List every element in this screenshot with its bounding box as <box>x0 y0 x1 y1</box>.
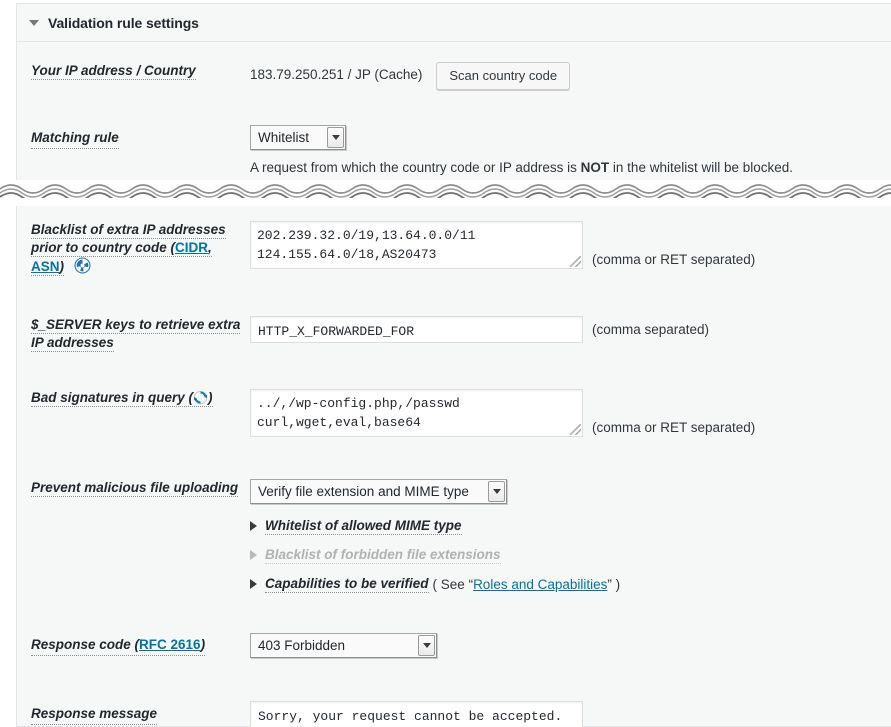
server-keys-label-cell: $_SERVER keys to retrieve extra IP addre… <box>17 316 250 352</box>
response-code-label-cell: Response code (RFC 2616) <box>17 633 250 658</box>
chevron-down-icon[interactable] <box>327 127 344 148</box>
response-code-label-post: ) <box>200 637 206 652</box>
row-malicious-upload: Prevent malicious file uploading Verify … <box>17 437 891 593</box>
triangle-right-icon[interactable] <box>250 521 257 531</box>
row-bad-signatures: Bad signatures in query () ../,/wp-confi… <box>17 352 891 437</box>
row-response-code: Response code (RFC 2616) 403 Forbidden <box>17 593 891 658</box>
matching-rule-description-post: in the whitelist will be blocked. <box>609 160 794 175</box>
bad-signatures-value: ../,/wp-config.php,/passwd curl,wget,eva… <box>257 396 460 430</box>
bad-signatures-label-pre: Bad signatures in query ( <box>31 390 194 405</box>
malicious-upload-select[interactable]: Verify file extension and MIME type <box>250 479 507 504</box>
blacklist-extra-ip-label: Blacklist of extra IP addresses prior to… <box>31 222 226 276</box>
sub-capabilities-suffix: ( See “Roles and Capabilities” ) <box>433 577 621 592</box>
server-keys-field: HTTP_X_FORWARDED_FOR (comma separated) <box>250 316 891 352</box>
malicious-upload-field: Verify file extension and MIME type Whit… <box>250 479 891 593</box>
panel-header[interactable]: Validation rule settings <box>17 4 891 42</box>
asn-link[interactable]: ASN <box>31 259 60 274</box>
blacklist-extra-ip-textarea[interactable]: 202.239.32.0/19,13.64.0.0/11 124.155.64.… <box>250 221 583 269</box>
chevron-down-icon[interactable] <box>418 635 435 656</box>
page-root: Validation rule settings Your IP address… <box>0 0 891 727</box>
sub-blacklist-extensions: Blacklist of forbidden file extensions <box>250 546 501 564</box>
blacklist-extra-ip-label-line1: Blacklist of extra IP addresses <box>31 222 226 237</box>
malicious-upload-label-cell: Prevent malicious file uploading <box>17 479 250 593</box>
server-keys-value: HTTP_X_FORWARDED_FOR <box>258 324 415 339</box>
row-blacklist-extra-ip: Blacklist of extra IP addresses prior to… <box>17 221 891 279</box>
blacklist-extra-ip-label-cell: Blacklist of extra IP addresses prior to… <box>17 221 250 279</box>
triangle-down-icon[interactable] <box>29 20 39 26</box>
blacklist-extra-ip-field: 202.239.32.0/19,13.64.0.0/11 124.155.64.… <box>250 221 891 279</box>
scan-country-code-button[interactable]: Scan country code <box>436 62 571 90</box>
server-keys-label: $_SERVER keys to retrieve extra IP addre… <box>31 317 241 352</box>
response-message-input[interactable]: Sorry, your request cannot be accepted. <box>250 701 583 727</box>
malicious-upload-label-line1: Prevent malicious file <box>31 480 170 495</box>
blacklist-extra-ip-value: 202.239.32.0/19,13.64.0.0/11 124.155.64.… <box>257 228 476 262</box>
ip-country-value: 183.79.250.251 / JP (Cache) <box>250 67 423 82</box>
ip-country-label-cell: Your IP address / Country <box>17 62 250 90</box>
blacklist-extra-ip-label-sep: , <box>208 240 212 255</box>
page-title: Validation rule settings <box>48 14 199 31</box>
bad-signatures-label-post: ) <box>208 390 213 405</box>
response-code-label: Response code (RFC 2616) <box>31 636 206 656</box>
triangle-right-icon <box>250 550 257 560</box>
matching-rule-selected-value: Whitelist <box>258 130 310 145</box>
bad-signatures-label: Bad signatures in query () <box>31 390 213 407</box>
cidr-link[interactable]: CIDR <box>175 240 208 255</box>
server-keys-input[interactable]: HTTP_X_FORWARDED_FOR <box>250 316 583 343</box>
response-message-label-cell: Response message <box>17 701 250 727</box>
response-message-label: Response message <box>31 705 158 725</box>
malicious-upload-label-line2: uploading <box>173 480 239 495</box>
server-keys-hint: (comma separated) <box>592 322 710 337</box>
sub-blacklist-extensions-label: Blacklist of forbidden file extensions <box>265 547 501 564</box>
response-code-field: 403 Forbidden <box>250 633 891 658</box>
rfc-2616-link[interactable]: RFC 2616 <box>139 637 201 652</box>
bad-signatures-field: ../,/wp-config.php,/passwd curl,wget,eva… <box>250 389 891 437</box>
server-keys-label-line1: $_SERVER keys to retrieve <box>31 317 205 332</box>
malicious-upload-selected-value: Verify file extension and MIME type <box>258 484 469 499</box>
matching-rule-label: Matching rule <box>31 125 119 149</box>
row-response-message: Response message Sorry, your request can… <box>17 658 891 727</box>
response-code-label-pre: Response code ( <box>31 637 140 652</box>
ip-country-field: 183.79.250.251 / JP (Cache) Scan country… <box>250 62 891 90</box>
response-message-value: Sorry, your request cannot be accepted. <box>258 709 563 724</box>
sub-capabilities-suffix-pre: ( See “ <box>432 576 474 592</box>
refresh-sync-icon[interactable] <box>193 390 208 410</box>
sub-capabilities-suffix-post: ” ) <box>607 576 621 592</box>
matching-rule-description-strong: NOT <box>580 160 610 175</box>
validation-rule-settings-panel: Validation rule settings Your IP address… <box>16 3 891 727</box>
bad-signatures-label-cell: Bad signatures in query () <box>17 389 250 437</box>
ip-country-label: Your IP address / Country <box>31 63 196 80</box>
globe-network-icon[interactable] <box>74 257 91 279</box>
sub-capabilities-label: Capabilities to be verified <box>265 576 429 593</box>
sub-whitelist-mime-label: Whitelist of allowed MIME type <box>265 518 462 535</box>
panel-body: Your IP address / Country 183.79.250.251… <box>17 42 891 727</box>
resize-grip-icon[interactable] <box>570 256 581 267</box>
blacklist-extra-ip-hint: (comma or RET separated) <box>592 252 756 267</box>
malicious-upload-label: Prevent malicious file uploading <box>31 480 239 497</box>
response-code-select[interactable]: 403 Forbidden <box>250 633 437 658</box>
bad-signatures-hint: (comma or RET separated) <box>592 420 756 435</box>
response-message-field: Sorry, your request cannot be accepted. <box>250 701 891 727</box>
response-code-selected-value: 403 Forbidden <box>258 638 346 653</box>
matching-rule-description-pre: A request from which the country code or… <box>250 160 581 175</box>
matching-rule-description: A request from which the country code or… <box>250 159 793 177</box>
matching-rule-select[interactable]: Whitelist <box>250 125 346 150</box>
roles-and-capabilities-link[interactable]: Roles and Capabilities <box>473 577 607 592</box>
row-ip-country: Your IP address / Country 183.79.250.251… <box>17 42 891 90</box>
matching-rule-label-cell: Matching rule <box>17 125 250 177</box>
content-truncation-separator <box>0 180 891 206</box>
row-matching-rule: Matching rule Whitelist A request from w… <box>17 90 891 177</box>
row-server-keys: $_SERVER keys to retrieve extra IP addre… <box>17 279 891 352</box>
bad-signatures-textarea[interactable]: ../,/wp-config.php,/passwd curl,wget,eva… <box>250 389 583 437</box>
chevron-down-icon[interactable] <box>488 481 505 502</box>
blacklist-extra-ip-label-line2-post: ) <box>59 259 65 274</box>
blacklist-extra-ip-label-line2-pre: prior to country code ( <box>31 240 176 255</box>
resize-grip-icon[interactable] <box>570 424 581 435</box>
sub-capabilities[interactable]: Capabilities to be verified ( See “Roles… <box>250 575 620 593</box>
sub-whitelist-mime[interactable]: Whitelist of allowed MIME type <box>250 517 462 535</box>
triangle-right-icon[interactable] <box>250 579 257 589</box>
matching-rule-field: Whitelist A request from which the count… <box>250 125 891 177</box>
